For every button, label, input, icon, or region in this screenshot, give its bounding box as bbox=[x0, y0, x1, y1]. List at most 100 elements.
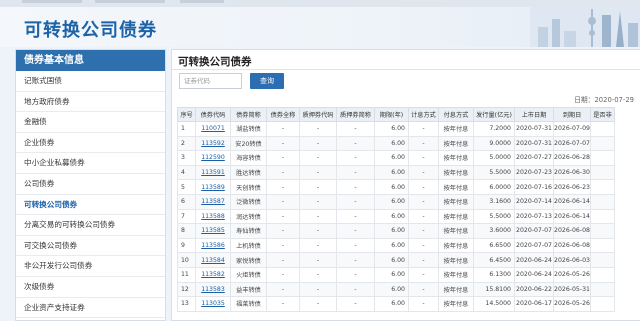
bond-code-cell: 113587 bbox=[195, 193, 231, 210]
column-header[interactable]: 计息方式 bbox=[408, 107, 439, 122]
bond-code-link[interactable]: 113585 bbox=[201, 227, 225, 234]
sidebar-item[interactable]: 分离交易的可转换公司债券 bbox=[16, 215, 165, 236]
sidebar-heading: 债券基本信息 bbox=[16, 50, 165, 71]
table-cell: - bbox=[408, 150, 439, 166]
bond-code-link[interactable]: 112590 bbox=[201, 154, 225, 161]
table-cell: 2026-05-31 bbox=[553, 281, 591, 298]
bond-code-link[interactable]: 113589 bbox=[201, 184, 225, 191]
table-cell: 2 bbox=[177, 135, 196, 152]
table-cell: 按年付息 bbox=[438, 121, 474, 137]
sidebar-item[interactable]: 地方政府债券 bbox=[16, 92, 165, 113]
table-cell: - bbox=[266, 223, 300, 239]
bond-code-link[interactable]: 113587 bbox=[201, 198, 225, 205]
table-cell: 湖盐转债 bbox=[230, 121, 267, 137]
table-cell: 按年付息 bbox=[438, 179, 474, 195]
table-cell: 泛微转债 bbox=[230, 193, 267, 210]
table-cell: - bbox=[408, 296, 439, 312]
table-cell: - bbox=[336, 266, 375, 283]
bond-code-link[interactable]: 113035 bbox=[201, 300, 225, 307]
table-body: 1 110071 湖盐转债 - - -6.00- 按年付息 7.2000 2020-07-31 2… bbox=[177, 121, 615, 312]
sidebar-item[interactable]: 非公开发行公司债券 bbox=[16, 256, 165, 277]
table-row: 10 113584 家悦转债 - - -6.00- 按年付息 6.4500 2020-06-24… bbox=[177, 252, 615, 268]
table-cell: 2020-07-31 bbox=[514, 121, 554, 137]
table-row: 5 113589 天创转债 - - -6.00- 按年付息 6.0000 2020-07-16 2… bbox=[177, 179, 615, 195]
table-cell: 2020-07-31 bbox=[514, 135, 554, 152]
table-cell: 2020-06-17 bbox=[514, 296, 554, 312]
sidebar-item[interactable]: 可交换公司债券 bbox=[16, 236, 165, 257]
column-header[interactable]: 到期日 bbox=[553, 107, 591, 122]
table-cell: 8 bbox=[177, 223, 196, 239]
bond-code-cell: 113582 bbox=[195, 266, 231, 283]
table-cell: 上机转债 bbox=[230, 237, 267, 254]
table-cell: 6.00 bbox=[374, 266, 409, 283]
table-cell: 2026-06-30 bbox=[553, 164, 591, 181]
bond-code-cell: 112590 bbox=[195, 150, 231, 166]
column-header[interactable]: 是否非 bbox=[590, 107, 615, 122]
table-cell: - bbox=[408, 281, 439, 298]
sidebar-item[interactable]: 记账式国债 bbox=[16, 71, 165, 92]
column-header[interactable]: 质押券简称 bbox=[336, 107, 375, 122]
date-label: 日期：2020-07-29 bbox=[574, 96, 634, 104]
bond-code-link[interactable]: 113592 bbox=[201, 140, 225, 147]
table-row: 8 113585 寿仙转债 - - -6.00- 按年付息 3.6000 2020-07-07 2… bbox=[177, 223, 615, 239]
column-header[interactable]: 质押券代码 bbox=[299, 107, 337, 122]
table-cell: 2026-07-07 bbox=[553, 135, 591, 152]
breadcrumb-bar bbox=[95, 0, 165, 3]
table-cell: 15.8100 bbox=[473, 281, 515, 298]
table-row: 7 113588 润达转债 - - -6.00- 按年付息 5.5000 2020-07-13 2… bbox=[177, 208, 615, 225]
table-cell: - bbox=[299, 281, 337, 298]
table-cell: 12 bbox=[177, 281, 196, 298]
sidebar-item[interactable]: 中小企业私募债券 bbox=[16, 153, 165, 174]
table-cell: 润达转债 bbox=[230, 208, 267, 225]
table-cell: 7 bbox=[177, 208, 196, 225]
table-cell: - bbox=[299, 164, 337, 181]
bond-code-link[interactable]: 110071 bbox=[201, 125, 225, 132]
table-cell: 2026-06-14 bbox=[553, 193, 591, 210]
bond-code-link[interactable]: 113583 bbox=[201, 286, 225, 293]
column-header[interactable]: 发行量(亿元) bbox=[473, 107, 515, 122]
column-header[interactable]: 期限(年) bbox=[374, 107, 409, 122]
table-cell: 6.00 bbox=[374, 150, 409, 166]
table-cell: 天创转债 bbox=[230, 179, 267, 195]
table-cell: 胜达转债 bbox=[230, 164, 267, 181]
table-cell: 5.5000 bbox=[473, 208, 515, 225]
search-button[interactable]: 查询 bbox=[250, 73, 284, 89]
table-cell: 寿仙转债 bbox=[230, 223, 267, 239]
bond-code-link[interactable]: 113584 bbox=[201, 257, 225, 264]
bond-table: 序号 债券代码 债券简称 债券全称 质押券代码 质押券简称 期限(年) 计息方式 付息方式 发行量… bbox=[177, 107, 615, 312]
table-cell: 2026-06-28 bbox=[553, 150, 591, 166]
bond-code-link[interactable]: 113591 bbox=[201, 169, 225, 176]
table-cell: 11 bbox=[177, 266, 196, 283]
table-cell: 6.6500 bbox=[473, 237, 515, 254]
security-code-input[interactable] bbox=[179, 73, 242, 89]
bond-code-link[interactable]: 113588 bbox=[201, 213, 225, 220]
table-cell: 6.00 bbox=[374, 281, 409, 298]
sidebar-item[interactable]: 金融债 bbox=[16, 112, 165, 133]
column-header[interactable]: 债券全称 bbox=[266, 107, 300, 122]
column-header[interactable]: 上市日期 bbox=[514, 107, 554, 122]
table-cell: - bbox=[336, 208, 375, 225]
table-cell: - bbox=[266, 150, 300, 166]
table-cell: 2026-05-26 bbox=[553, 266, 591, 283]
bond-code-link[interactable]: 113582 bbox=[201, 271, 225, 278]
sidebar-item[interactable]: 企业债券 bbox=[16, 133, 165, 154]
bond-code-link[interactable]: 113586 bbox=[201, 242, 225, 249]
sidebar-item[interactable]: 企业资产支持证券 bbox=[16, 298, 165, 319]
table-cell: 海容转债 bbox=[230, 150, 267, 166]
sidebar-item[interactable]: 次级债券 bbox=[16, 277, 165, 298]
column-header[interactable]: 付息方式 bbox=[438, 107, 474, 122]
table-cell: - bbox=[299, 223, 337, 239]
bond-code-cell: 113584 bbox=[195, 252, 231, 268]
table-cell: 4 bbox=[177, 164, 196, 181]
table-cell: - bbox=[266, 179, 300, 195]
table-row: 11 113582 火炬转债 - - -6.00- 按年付息 6.1300 2020-06-24… bbox=[177, 266, 615, 283]
sidebar-item[interactable]: 公司债券 bbox=[16, 174, 165, 195]
column-header[interactable]: 序号 bbox=[177, 107, 196, 122]
table-cell: 2020-07-14 bbox=[514, 193, 554, 210]
column-header[interactable]: 债券简称 bbox=[230, 107, 267, 122]
main-panel: 可转换公司债券 查询 日期：2020-07-29 序号债券代码债券简称债券全称质… bbox=[171, 49, 640, 321]
table-cell: - bbox=[336, 252, 375, 268]
column-header[interactable]: 债券代码 bbox=[195, 107, 231, 122]
sidebar-item[interactable]: 可转换公司债券 bbox=[16, 195, 165, 216]
bond-code-cell: 113586 bbox=[195, 237, 231, 254]
